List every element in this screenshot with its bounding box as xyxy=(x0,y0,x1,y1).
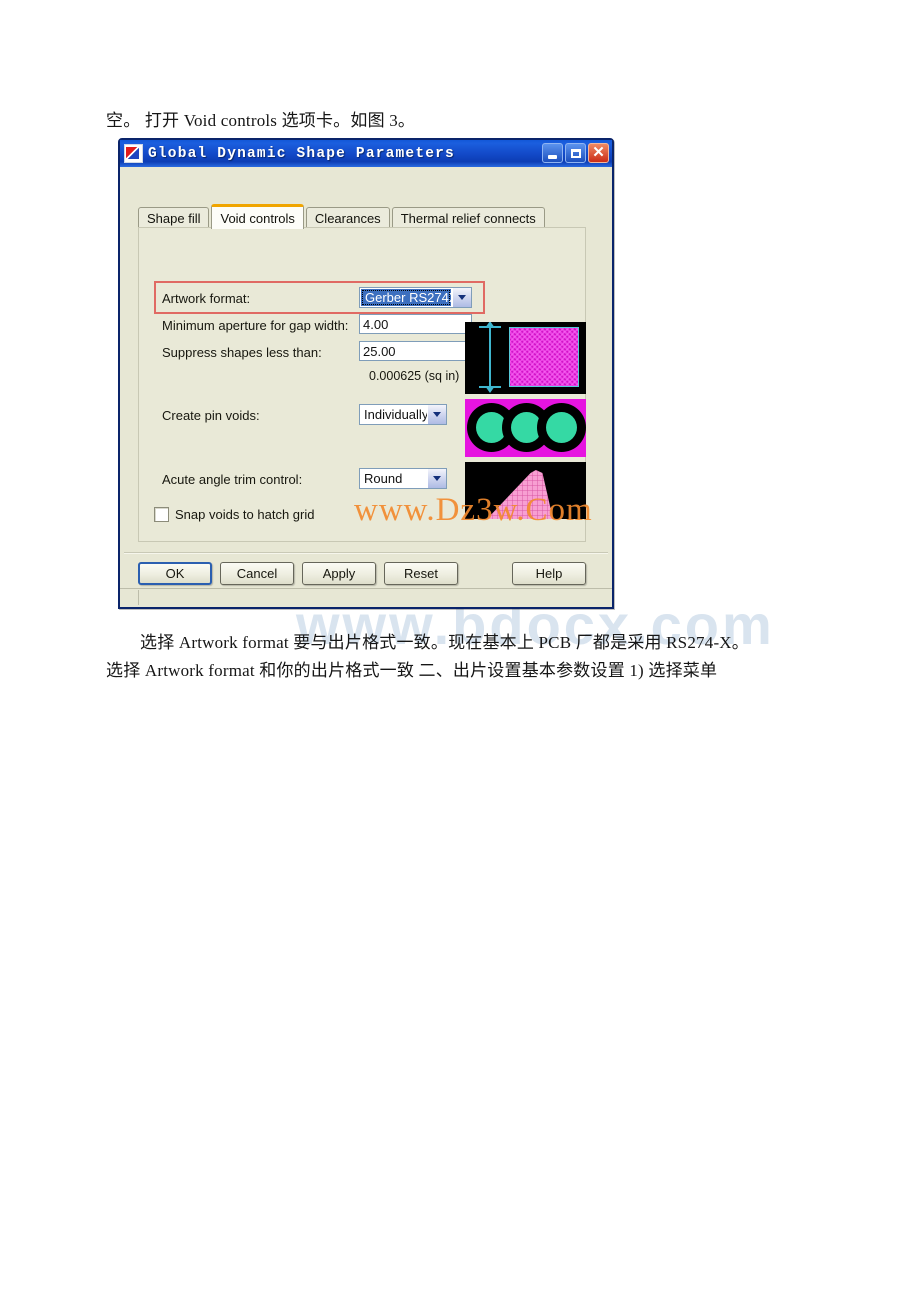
artwork-format-value: Gerber RS274X xyxy=(361,289,451,306)
application-icon xyxy=(124,144,143,163)
document-text-bottom-line-1: 选择 Artwork format 要与出片格式一致。现在基本上 PCB 厂都是… xyxy=(140,633,749,652)
snap-voids-checkbox[interactable] xyxy=(154,507,169,522)
snap-voids-checkbox-row[interactable]: Snap voids to hatch grid xyxy=(154,507,314,522)
button-row-separator xyxy=(124,552,608,554)
dialog-status-strip xyxy=(120,588,612,607)
close-icon: ✕ xyxy=(592,144,605,161)
pin-void-3 xyxy=(537,403,586,452)
acute-angle-trim-label: Acute angle trim control: xyxy=(162,472,303,487)
tab-clearances[interactable]: Clearances xyxy=(305,207,390,228)
tab-shape-fill[interactable]: Shape fill xyxy=(138,207,210,228)
minimum-aperture-input[interactable]: 4.00 xyxy=(359,314,472,334)
artwork-format-label: Artwork format: xyxy=(162,291,251,306)
tab-thermal-relief-connects[interactable]: Thermal relief connects xyxy=(391,207,545,228)
snap-voids-label: Snap voids to hatch grid xyxy=(175,507,315,522)
artwork-format-combobox[interactable]: Gerber RS274X xyxy=(359,287,472,308)
minimum-aperture-label: Minimum aperture for gap width: xyxy=(162,318,349,333)
gap-shape-swatch xyxy=(509,327,579,387)
acute-angle-preview-image xyxy=(465,462,586,519)
pin-voids-preview-image xyxy=(465,399,586,457)
tab-label: Thermal relief connects xyxy=(400,210,536,226)
global-dynamic-shape-parameters-dialog: Global Dynamic Shape Parameters ✕ Shape … xyxy=(118,138,614,609)
tab-label: Void controls xyxy=(220,210,295,226)
close-button[interactable]: ✕ xyxy=(588,143,609,163)
tab-void-controls[interactable]: Void controls xyxy=(211,204,304,229)
document-text-bottom-line-2: 选择 Artwork format 和你的出片格式一致 二、出片设置基本参数设置… xyxy=(106,661,718,680)
reset-button[interactable]: Reset xyxy=(384,562,458,585)
create-pin-voids-combobox[interactable]: Individually xyxy=(359,404,447,425)
suppress-shapes-input[interactable]: 25.00 xyxy=(359,341,472,361)
acute-angle-shape xyxy=(487,470,553,519)
tab-label: Clearances xyxy=(314,210,381,226)
chevron-down-icon[interactable] xyxy=(452,288,471,307)
tab-label: Shape fill xyxy=(147,210,201,226)
acute-angle-trim-combobox[interactable]: Round xyxy=(359,468,447,489)
gap-width-preview-image xyxy=(465,322,586,394)
chevron-down-icon[interactable] xyxy=(427,469,446,488)
maximize-button[interactable] xyxy=(565,143,586,163)
acute-angle-trim-value: Round xyxy=(364,471,403,486)
suppress-shapes-area-readout: 0.000625 (sq in) xyxy=(369,369,460,383)
gap-dimension-arrow-icon xyxy=(485,322,495,393)
suppress-shapes-label: Suppress shapes less than: xyxy=(162,345,322,360)
cancel-button[interactable]: Cancel xyxy=(220,562,294,585)
status-grip xyxy=(122,590,139,605)
create-pin-voids-label: Create pin voids: xyxy=(162,408,260,423)
dialog-client-area: Shape fill Void controls Clearances Ther… xyxy=(120,167,612,607)
tab-strip: Shape fill Void controls Clearances Ther… xyxy=(138,204,547,229)
minimum-aperture-value: 4.00 xyxy=(363,316,389,332)
dialog-title: Global Dynamic Shape Parameters xyxy=(148,145,455,162)
apply-button[interactable]: Apply xyxy=(302,562,376,585)
ok-button[interactable]: OK xyxy=(138,562,212,585)
suppress-shapes-value: 25.00 xyxy=(363,343,396,359)
titlebar-button-group: ✕ xyxy=(542,143,609,163)
document-text-top: 空。 打开 Void controls 选项卡。如图 3。 xyxy=(106,111,416,130)
minimize-button[interactable] xyxy=(542,143,563,163)
dialog-titlebar[interactable]: Global Dynamic Shape Parameters ✕ xyxy=(120,140,612,167)
chevron-down-icon[interactable] xyxy=(427,405,446,424)
help-button[interactable]: Help xyxy=(512,562,586,585)
create-pin-voids-value: Individually xyxy=(364,407,427,422)
